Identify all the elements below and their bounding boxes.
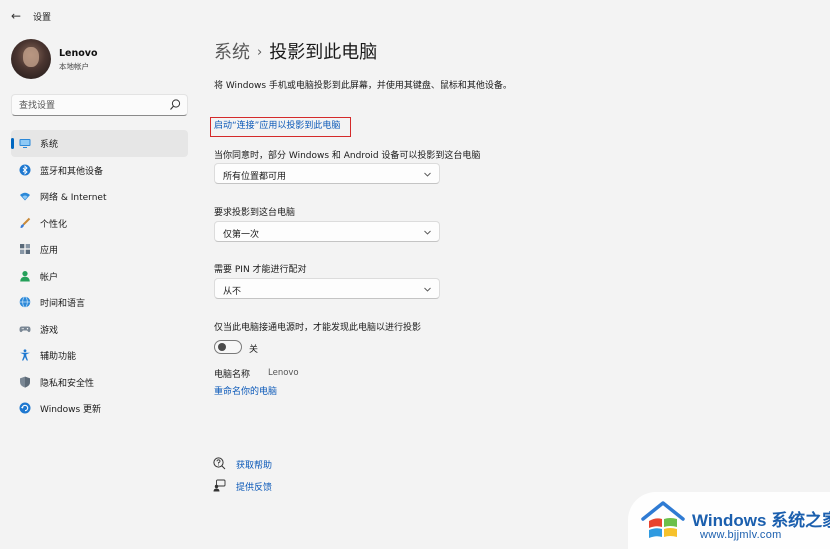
watermark: Windows 系统之家 www.bjjmlv.com — [628, 492, 830, 549]
sidebar-item-windows-update[interactable]: Windows 更新 — [11, 395, 188, 422]
avatar — [11, 39, 51, 79]
title-bar: ← 设置 — [0, 0, 830, 32]
power-discovery-label: 仅当此电脑接通电源时，才能发现此电脑以进行投影 — [214, 323, 422, 333]
launch-connect-app-link[interactable]: 启动“连接”应用以投影到此电脑 — [210, 117, 351, 137]
sidebar-item-apps[interactable]: 应用 — [11, 236, 188, 263]
toggle-state-label: 关 — [249, 345, 259, 355]
sidebar-item-label: 时间和语言 — [40, 299, 86, 309]
watermark-brand-cn: 系统之家 — [771, 511, 830, 530]
back-button[interactable]: ← — [8, 8, 24, 24]
account-type: 本地帐户 — [59, 62, 89, 71]
watermark-title: Windows 系统之家 — [692, 506, 830, 531]
search-box[interactable] — [11, 94, 188, 116]
page-title: 投影到此电脑 — [269, 42, 378, 63]
feedback-icon — [213, 479, 226, 492]
availability-label: 当你同意时，部分 Windows 和 Android 设备可以投影到这台电脑 — [214, 151, 481, 161]
sidebar-item-privacy-security[interactable]: 隐私和安全性 — [11, 369, 188, 396]
get-help-label: 获取帮助 — [236, 461, 273, 471]
help-chat-icon — [213, 457, 226, 470]
chevron-down-icon — [424, 287, 431, 292]
rename-pc-link[interactable]: 重命名你的电脑 — [214, 384, 277, 397]
sidebar-item-accessibility[interactable]: 辅助功能 — [11, 342, 188, 369]
require-pin-dropdown[interactable]: 从不 — [214, 278, 440, 299]
gamepad-icon — [19, 326, 31, 332]
sidebar-item-gaming[interactable]: 游戏 — [11, 316, 188, 343]
globe-clock-icon — [19, 296, 31, 308]
sidebar-item-system[interactable]: 系统 — [11, 130, 188, 157]
dropdown-value: 所有位置都可用 — [223, 172, 287, 182]
require-pin-label: 需要 PIN 才能进行配对 — [214, 265, 307, 275]
sidebar-item-label: 蓝牙和其他设备 — [40, 166, 104, 177]
pc-name-label: 电脑名称 — [214, 370, 251, 380]
sidebar-item-time-language[interactable]: 时间和语言 — [11, 289, 188, 316]
back-arrow-icon: ← — [10, 9, 22, 23]
search-input[interactable] — [19, 98, 169, 113]
sidebar-item-label: 辅助功能 — [40, 352, 77, 362]
page-description: 将 Windows 手机或电脑投影到此屏幕，并使用其键盘、鼠标和其他设备。 — [214, 81, 512, 91]
monitor-icon — [19, 139, 31, 148]
sidebar-item-personalization[interactable]: 个性化 — [11, 210, 188, 237]
watermark-url: www.bjjmlv.com — [700, 529, 782, 541]
apps-icon — [20, 244, 30, 254]
sidebar-item-label: 应用 — [40, 246, 59, 256]
shield-icon — [20, 376, 30, 388]
sidebar-item-label: 网络 & Internet — [40, 193, 107, 203]
ask-to-project-dropdown[interactable]: 仅第一次 — [214, 221, 440, 242]
windows-house-logo-icon — [641, 501, 685, 538]
sidebar-item-label: 系统 — [40, 140, 59, 150]
brush-icon — [20, 217, 31, 228]
availability-dropdown[interactable]: 所有位置都可用 — [214, 163, 440, 184]
give-feedback-label: 提供反馈 — [236, 483, 273, 493]
sidebar-item-label: Windows 更新 — [40, 405, 102, 415]
update-icon — [19, 402, 31, 414]
power-discovery-toggle[interactable] — [214, 340, 242, 354]
sidebar-item-label: 游戏 — [40, 325, 59, 336]
user-name: Lenovo — [59, 48, 98, 59]
sidebar-item-label: 个性化 — [40, 219, 68, 230]
search-icon[interactable] — [169, 98, 181, 112]
sidebar-nav: 系统 蓝牙和其他设备 网络 & Internet 个性化 应用 帐户 时间和语言… — [11, 130, 188, 422]
person-icon — [20, 270, 30, 281]
breadcrumb-parent[interactable]: 系统 — [214, 42, 250, 63]
app-title: 设置 — [33, 13, 52, 23]
sidebar-item-label: 隐私和安全性 — [40, 378, 95, 389]
wifi-icon — [20, 192, 30, 201]
breadcrumb: 系统 › 投影到此电脑 — [214, 38, 377, 64]
chevron-down-icon — [424, 172, 431, 177]
sidebar-item-bluetooth[interactable]: 蓝牙和其他设备 — [11, 157, 188, 184]
pc-name-value: Lenovo — [268, 368, 299, 378]
chevron-down-icon — [424, 230, 431, 235]
bluetooth-icon — [19, 164, 31, 175]
watermark-brand: Windows — [692, 511, 767, 530]
sidebar-item-network[interactable]: 网络 & Internet — [11, 183, 188, 210]
sidebar-item-label: 帐户 — [40, 272, 59, 283]
ask-to-project-label: 要求投影到这台电脑 — [214, 208, 296, 218]
accessibility-icon — [20, 349, 30, 361]
toggle-knob — [218, 343, 226, 351]
dropdown-value: 仅第一次 — [223, 230, 260, 240]
sidebar-item-accounts[interactable]: 帐户 — [11, 263, 188, 290]
chevron-right-icon: › — [257, 45, 263, 60]
dropdown-value: 从不 — [223, 287, 242, 297]
